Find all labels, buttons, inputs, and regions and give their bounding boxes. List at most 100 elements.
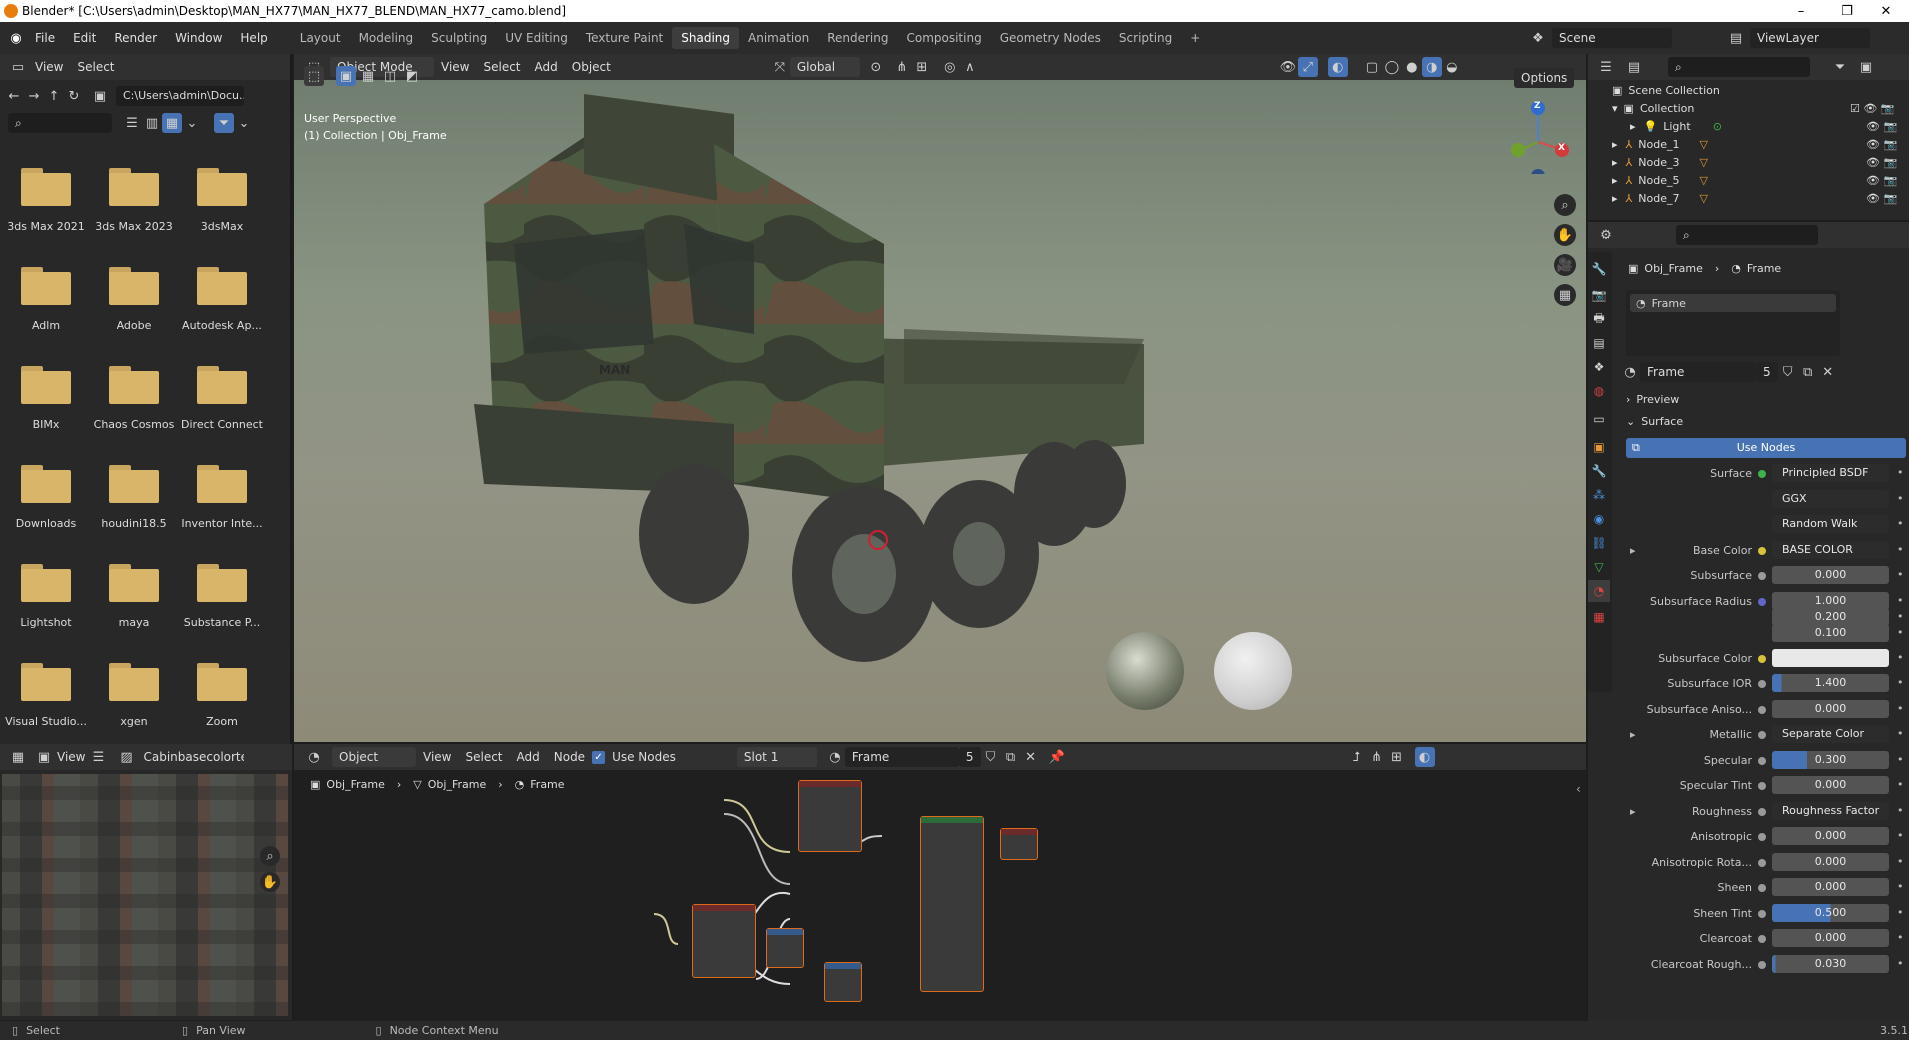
menu-icon[interactable]: ☰ — [88, 747, 108, 767]
tab-shading[interactable]: Shading — [672, 27, 739, 49]
zoom-icon[interactable]: ⌕ — [1554, 194, 1576, 216]
viewport-menu-view[interactable]: View — [434, 57, 476, 77]
keyframe-dot-icon[interactable]: • — [1897, 651, 1904, 664]
snap-icon[interactable]: ⋔ — [892, 57, 912, 77]
visibility-toggles[interactable]: 👁 📷 — [1850, 154, 1908, 172]
display-mode-icon[interactable]: ▤ — [1624, 57, 1644, 77]
select-tool-icon[interactable]: ⬚ — [304, 66, 324, 86]
math-node[interactable] — [824, 962, 862, 1002]
view-layer-selector[interactable]: ViewLayer — [1750, 28, 1870, 48]
outliner-item-node-7[interactable]: ▸ ⅄ Node_7 ▽ — [1588, 190, 1846, 207]
render-tab-icon[interactable]: 📷 — [1588, 284, 1610, 306]
select-mode-subtract-icon[interactable]: ◫ — [380, 66, 400, 86]
property-value-field[interactable]: 0.300 — [1772, 750, 1889, 769]
collection-toggles[interactable]: ☑ 👁 📷 — [1850, 100, 1908, 118]
socket-icon[interactable] — [1758, 731, 1766, 739]
world-tab-icon[interactable]: ◍ — [1588, 380, 1610, 402]
folder-item[interactable]: Inventor Inte... — [178, 455, 266, 553]
scene-collection-row[interactable]: ▣ Scene Collection — [1588, 82, 1846, 99]
camera-icon[interactable]: 🎥 — [1554, 254, 1576, 276]
visibility-toggles[interactable]: 👁 📷 — [1850, 136, 1908, 154]
linked-input-field[interactable]: BASE COLOR — [1772, 540, 1889, 559]
image-icon[interactable]: ▨ — [116, 747, 136, 767]
fb-menu-select[interactable]: Select — [70, 57, 121, 77]
keyframe-dot-icon[interactable]: • — [1897, 568, 1904, 581]
collection-row[interactable]: ▾ ▣ Collection — [1588, 100, 1846, 117]
close-button[interactable]: ✕ — [1863, 0, 1909, 22]
modifier-tab-icon[interactable]: 🔧 — [1588, 460, 1610, 482]
folder-item[interactable]: Downloads — [2, 455, 90, 553]
object-tab-icon[interactable]: ▣ — [1588, 436, 1610, 458]
falloff-icon[interactable]: ∧ — [960, 57, 980, 77]
visibility-icon[interactable]: 👁 — [1278, 57, 1298, 77]
data-tab-icon[interactable]: ▽ — [1588, 556, 1610, 578]
socket-icon[interactable] — [1758, 884, 1766, 892]
new-folder-icon[interactable]: ▣ — [90, 86, 110, 106]
folder-item[interactable]: houdini18.5 — [90, 455, 178, 553]
surface-panel-header[interactable]: ⌄ Surface — [1620, 412, 1904, 432]
fb-search-input[interactable]: ⌕ — [8, 113, 112, 133]
viewport-menu-object[interactable]: Object — [565, 57, 618, 77]
folder-item[interactable]: Lightshot — [2, 554, 90, 652]
socket-icon[interactable] — [1758, 470, 1766, 478]
node-editor[interactable]: ◔ Object View Select Add Node ✓ Use Node… — [294, 744, 1586, 1020]
refresh-icon[interactable]: ↻ — [64, 86, 84, 106]
keyframe-dot-icon[interactable]: • — [1897, 466, 1904, 479]
gizmo-toggle-icon[interactable]: ⤢ — [1297, 57, 1318, 77]
truck-model[interactable]: MAN — [404, 84, 1264, 714]
back-icon[interactable]: ← — [4, 86, 24, 106]
folder-item[interactable]: 3ds Max 2023 — [90, 158, 178, 256]
socket-icon[interactable] — [1758, 833, 1766, 841]
tab-sculpting[interactable]: Sculpting — [422, 27, 496, 49]
blender-menu-icon[interactable]: ◉ — [6, 28, 26, 48]
folder-item[interactable]: Adobe — [90, 257, 178, 355]
editor-type-icon[interactable]: ▭ — [8, 57, 28, 77]
property-value-field[interactable]: 0.000 — [1772, 699, 1889, 718]
preview-panel-header[interactable]: › Preview — [1620, 390, 1904, 410]
property-value-field[interactable]: 0.000 — [1772, 852, 1889, 871]
particles-tab-icon[interactable]: ⁂ — [1588, 484, 1610, 506]
linked-input-field[interactable]: Roughness Factor — [1772, 801, 1889, 820]
add-workspace-button[interactable]: + — [1181, 27, 1209, 49]
property-value-field[interactable]: 0.030 — [1772, 954, 1889, 973]
folder-item[interactable]: BIMx — [2, 356, 90, 454]
socket-icon[interactable] — [1758, 572, 1766, 580]
forward-icon[interactable]: → — [24, 86, 44, 106]
overlay-toggle-icon[interactable]: ◐ — [1327, 57, 1348, 77]
texture-preview[interactable]: ⌕ ✋ — [2, 774, 288, 1016]
filter-icon[interactable]: ⏷ — [214, 113, 234, 133]
fb-menu-view[interactable]: View — [28, 57, 70, 77]
material-slot-item[interactable]: ◔ Frame — [1630, 294, 1836, 312]
editor-type-icon[interactable]: ▦ — [8, 747, 28, 767]
material-users-count[interactable]: 5 — [1756, 362, 1778, 382]
property-value-field[interactable]: 0.000 — [1772, 566, 1889, 584]
orientation-selector[interactable]: Global — [789, 57, 860, 77]
options-button[interactable]: Options — [1514, 68, 1575, 88]
socket-icon[interactable] — [1758, 680, 1766, 688]
keyframe-dot-icon[interactable]: • — [1897, 517, 1904, 530]
folder-item[interactable]: 3dsMax — [178, 158, 266, 256]
material-datablock-field[interactable]: Frame — [1640, 362, 1756, 382]
keyframe-dot-icon[interactable]: • — [1897, 906, 1904, 919]
snap-target-icon[interactable]: ⊞ — [912, 57, 932, 77]
material-tab-icon[interactable]: ◔ — [1588, 580, 1610, 602]
folder-item[interactable]: 3ds Max 2021 — [2, 158, 90, 256]
socket-icon[interactable] — [1758, 782, 1766, 790]
property-value-field[interactable]: 0.000 — [1772, 878, 1889, 896]
image-texture-node[interactable] — [798, 780, 862, 852]
expand-right-icon[interactable]: ▸ — [1630, 805, 1636, 818]
property-value-field[interactable]: 0.000 — [1772, 929, 1889, 947]
shading-solid-icon[interactable]: ● — [1402, 57, 1422, 77]
socket-icon[interactable] — [1758, 756, 1766, 765]
keyframe-dot-icon[interactable]: • — [1897, 610, 1904, 623]
property-value-field[interactable]: 1.400 — [1772, 674, 1889, 692]
principled-bsdf-node[interactable] — [920, 816, 984, 992]
socket-icon[interactable] — [1758, 654, 1766, 663]
xray-icon[interactable]: ▢ — [1362, 57, 1382, 77]
select-mode-extend-icon[interactable]: ▦ — [358, 66, 378, 86]
property-value-field[interactable]: 0.000 — [1772, 776, 1889, 794]
property-value-field[interactable]: 0.100 — [1772, 623, 1889, 642]
tab-rendering[interactable]: Rendering — [818, 27, 897, 49]
folder-item[interactable]: Autodesk Ap... — [178, 257, 266, 355]
select-mode-intersect-icon[interactable]: ◩ — [402, 66, 422, 86]
